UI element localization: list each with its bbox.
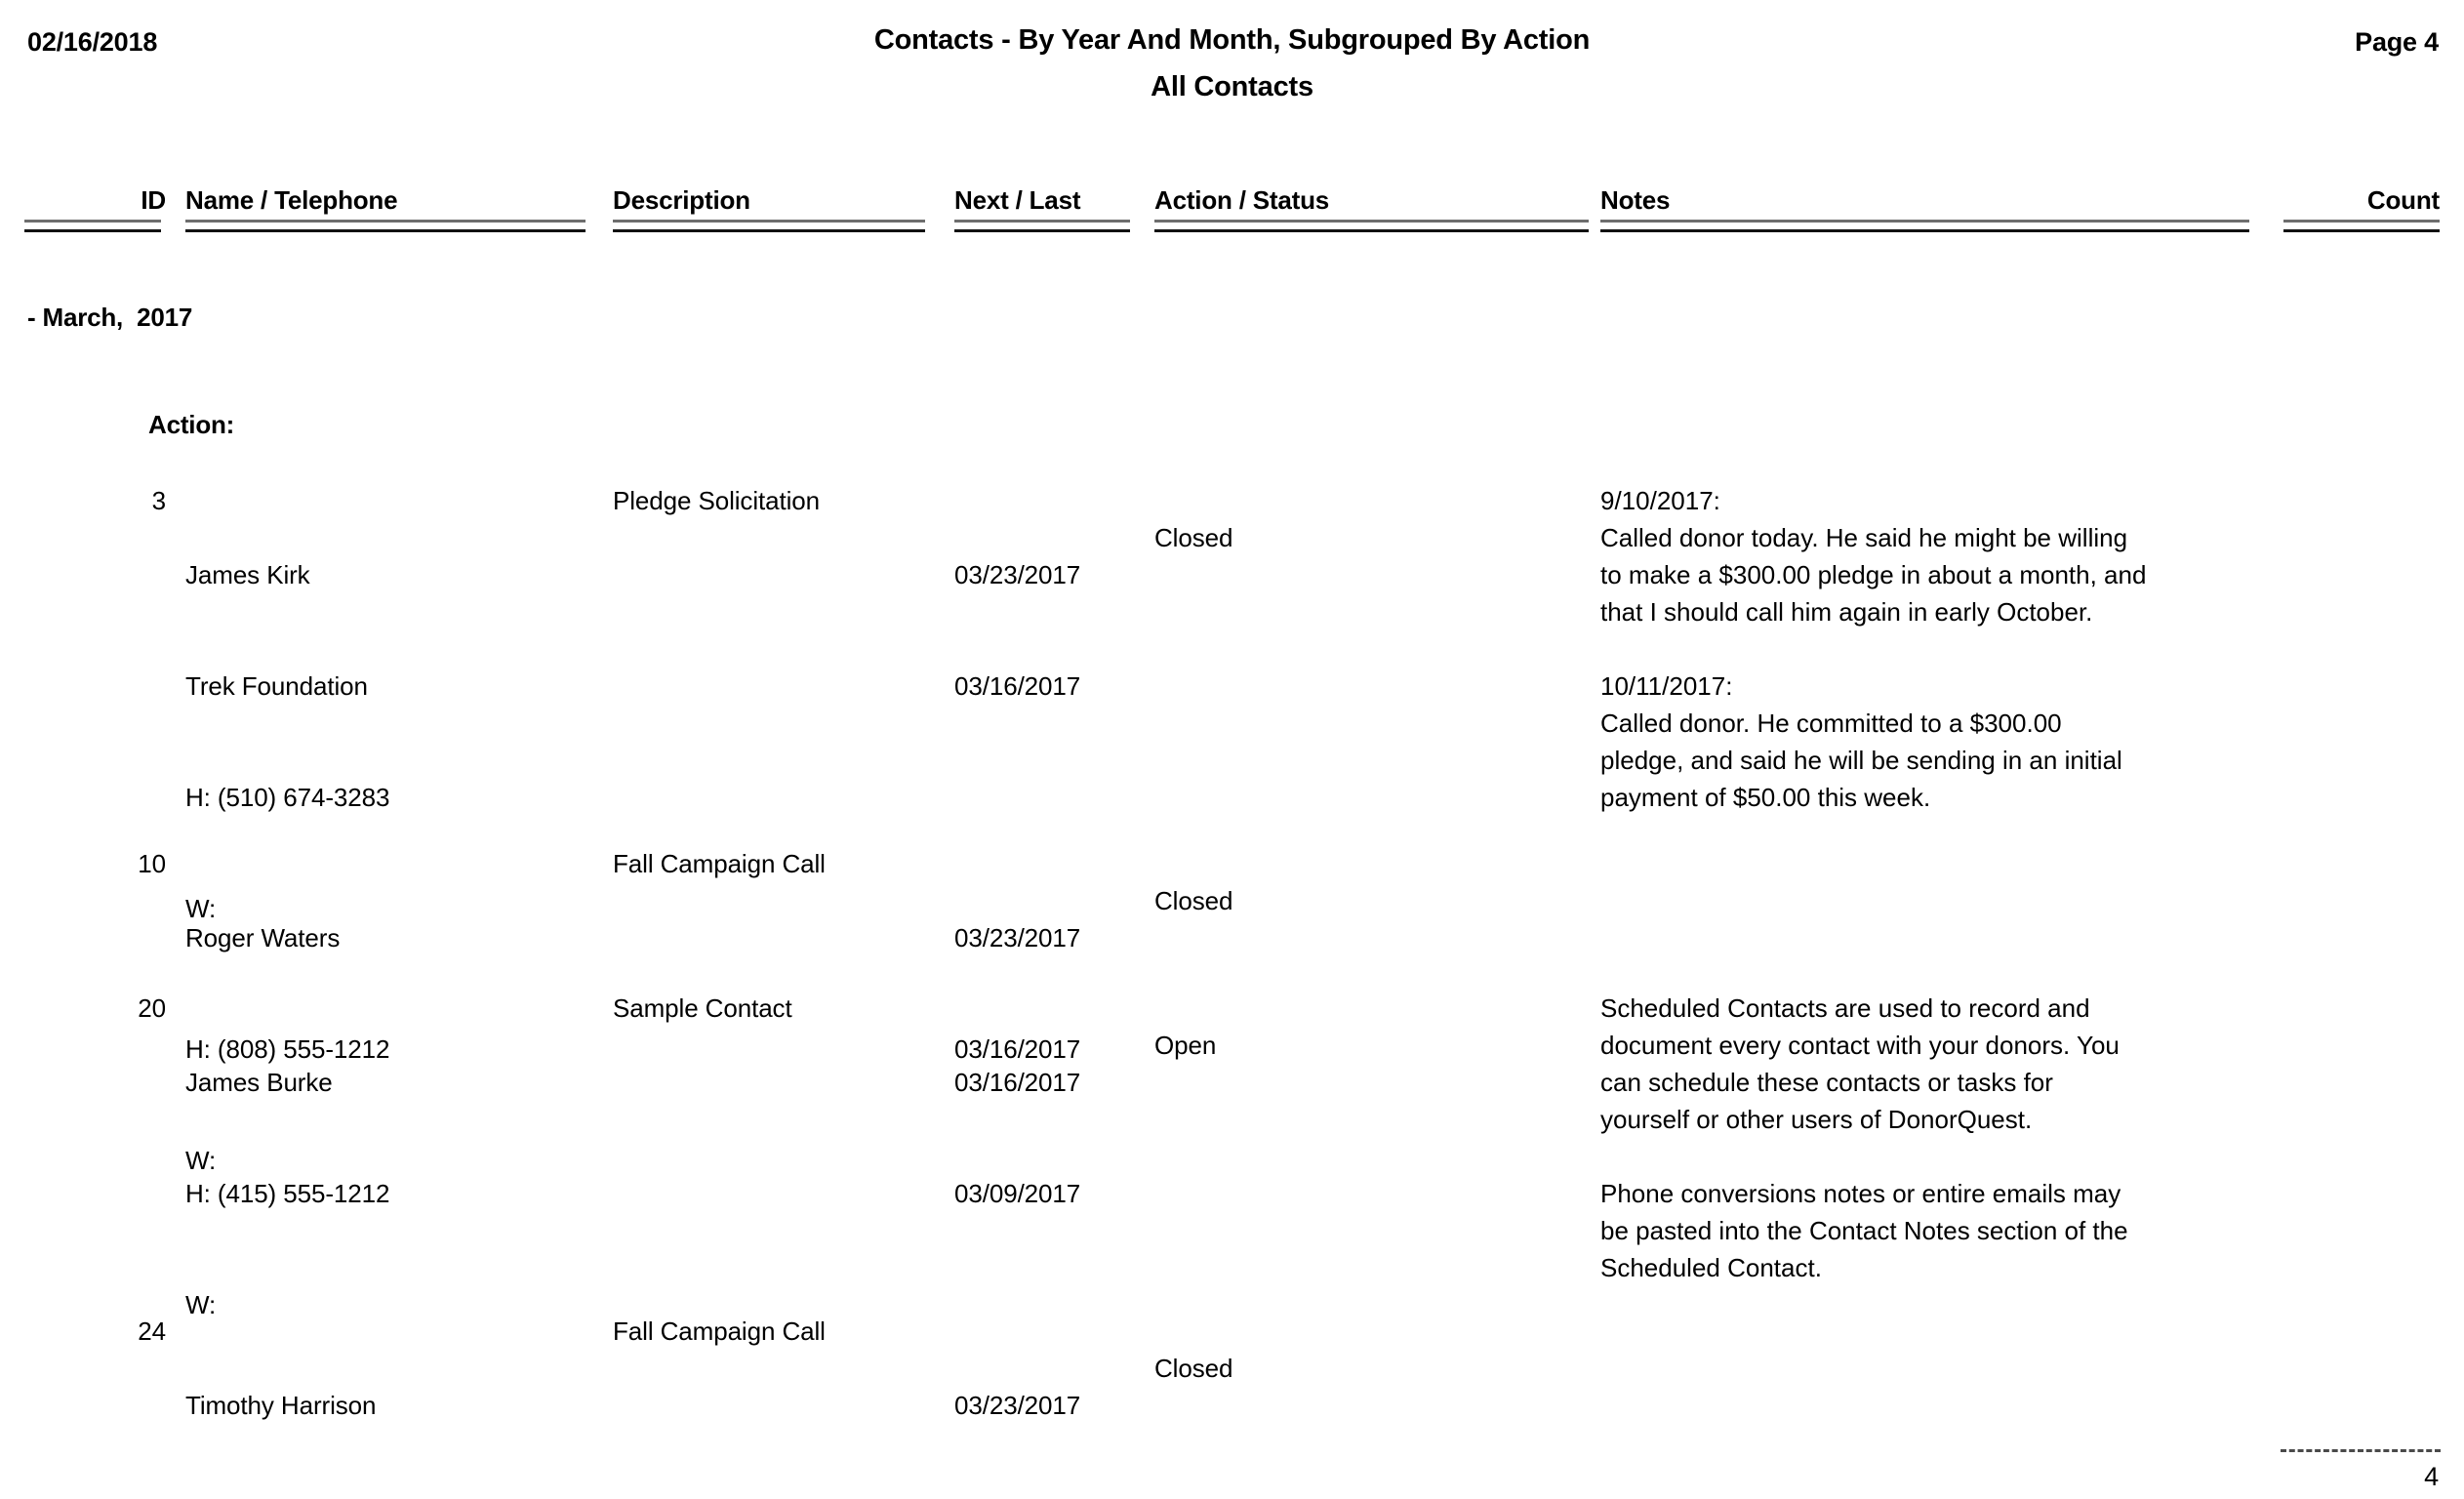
- record-notes: 9/10/2017: Called donor today. He said h…: [1600, 482, 2264, 816]
- record-last-date: 03/09/2017: [954, 1179, 1081, 1208]
- record-status: Closed: [1154, 523, 1233, 552]
- column-header-name-telephone: Name / Telephone: [185, 185, 398, 215]
- record-next-last: 03/23/2017 03/16/2017: [954, 482, 1080, 779]
- record-home-phone: H: (510) 674-3283: [185, 783, 390, 812]
- record-next-last: 03/16/2017 03/09/2017: [954, 990, 1080, 1286]
- page-label: Page 4: [2355, 27, 2439, 57]
- footer-divider: [2281, 1449, 2441, 1452]
- record-organization: Trek Foundation: [185, 671, 368, 701]
- record-home-phone: H: (415) 555-1212: [185, 1179, 390, 1208]
- record-description: Fall Campaign Call: [613, 1317, 826, 1346]
- column-header-notes: Notes: [1600, 185, 1671, 215]
- column-rule-count: [2283, 220, 2440, 232]
- record-name: James Burke: [185, 1068, 333, 1097]
- column-header-id: ID: [141, 185, 166, 215]
- record-id: 3: [151, 486, 166, 515]
- record-next-date: 03/23/2017: [954, 1391, 1081, 1420]
- record-note-paragraph: Phone conversions notes or entire emails…: [1600, 1179, 2128, 1282]
- record-status: Closed: [1154, 886, 1233, 915]
- column-rule-name-telephone: [185, 220, 586, 232]
- report-page: 02/16/2018 Contacts - By Year And Month,…: [0, 0, 2464, 1499]
- record-last-date: 03/16/2017: [954, 671, 1081, 701]
- record-id: 24: [138, 1317, 166, 1346]
- report-title-block: Contacts - By Year And Month, Subgrouped…: [0, 21, 2464, 105]
- column-rule-notes: [1600, 220, 2249, 232]
- record-status: Open: [1154, 1031, 1217, 1060]
- record-description: Sample Contact: [613, 993, 792, 1023]
- record-next-date: 03/23/2017: [954, 560, 1081, 589]
- record-description: Pledge Solicitation: [613, 486, 821, 515]
- record-next-last: 03/23/2017 03/16/2017: [954, 1313, 1080, 1499]
- record-name: Roger Waters: [185, 923, 341, 952]
- footer-page-number: 4: [2424, 1462, 2439, 1491]
- column-rule-next-last: [954, 220, 1130, 232]
- record-note-paragraph: Scheduled Contacts are used to record an…: [1600, 993, 2120, 1134]
- column-rule-description: [613, 220, 925, 232]
- column-header-action-status: Action / Status: [1154, 185, 1330, 215]
- column-header-description: Description: [613, 185, 750, 215]
- record-note-paragraph: 9/10/2017: Called donor today. He said h…: [1600, 486, 2147, 627]
- report-title: Contacts - By Year And Month, Subgrouped…: [873, 24, 1591, 56]
- record-notes: Scheduled Contacts are used to record an…: [1600, 990, 2264, 1286]
- record-id: 10: [138, 849, 166, 878]
- record-name: James Kirk: [185, 560, 310, 589]
- column-header-count: Count: [2366, 185, 2440, 215]
- group-header-month-year: - March, 2017: [27, 303, 193, 332]
- subgroup-header-action: Action:: [148, 410, 235, 439]
- record-name-telephone: Timothy Harrison IBM Corporation H: W: (…: [185, 1313, 395, 1499]
- record-id: 20: [138, 993, 166, 1023]
- column-header-next-last: Next / Last: [954, 185, 1081, 215]
- record-note-paragraph: 10/11/2017: Called donor. He committed t…: [1600, 671, 2122, 812]
- record-next-date: 03/16/2017: [954, 1068, 1081, 1097]
- record-name: Timothy Harrison: [185, 1391, 377, 1420]
- column-rule-action-status: [1154, 220, 1589, 232]
- record-status: Closed: [1154, 1354, 1233, 1383]
- record-description: Fall Campaign Call: [613, 849, 826, 878]
- record-next-date: 03/23/2017: [954, 923, 1081, 952]
- report-subtitle: All Contacts: [1151, 71, 1313, 102]
- column-rule-id: [24, 220, 161, 232]
- page-header: 02/16/2018 Contacts - By Year And Month,…: [0, 21, 2464, 129]
- column-header-row: ID Name / Telephone Description Next / L…: [0, 185, 2464, 244]
